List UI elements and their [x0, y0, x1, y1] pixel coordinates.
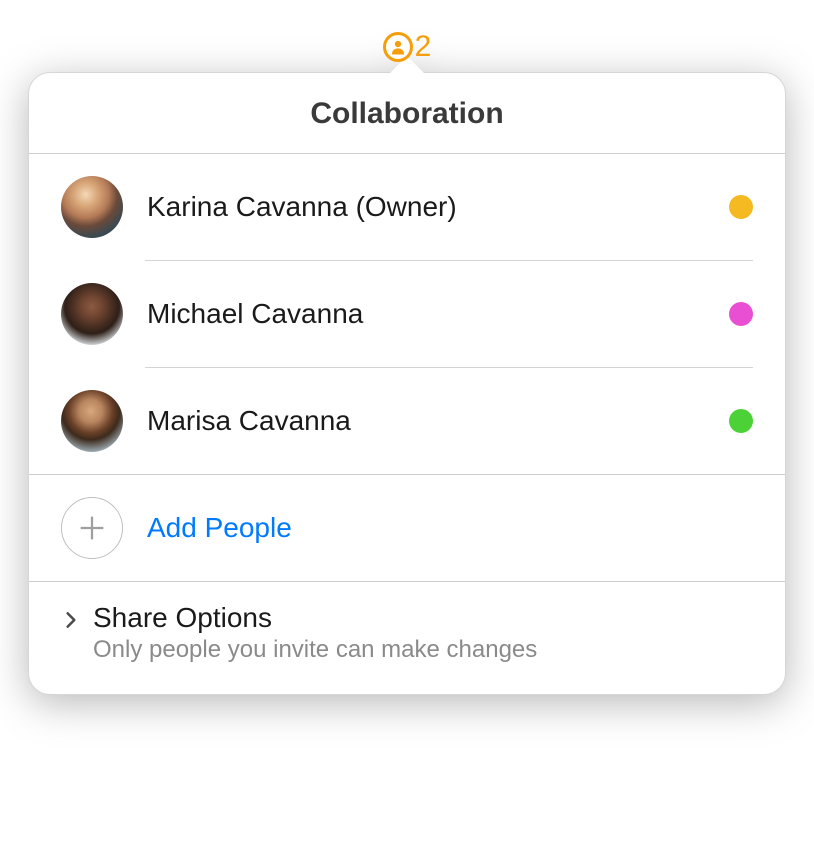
- person-silhouette-icon: [383, 32, 413, 62]
- avatar: [61, 283, 123, 345]
- status-dot: [729, 302, 753, 326]
- collaborator-row[interactable]: Marisa Cavanna: [61, 368, 753, 474]
- popover-title: Collaboration: [29, 73, 785, 153]
- collaborator-row[interactable]: Karina Cavanna (Owner): [61, 154, 753, 260]
- collaborator-name: Karina Cavanna (Owner): [147, 191, 705, 223]
- chevron-right-icon: [61, 610, 81, 630]
- collaboration-popover: Collaboration Karina Cavanna (Owner) Mic…: [28, 72, 786, 695]
- avatar: [61, 176, 123, 238]
- collaborator-name: Michael Cavanna: [147, 298, 705, 330]
- add-people-button[interactable]: Add People: [29, 475, 785, 581]
- share-options-subtitle: Only people you invite can make changes: [93, 636, 537, 664]
- collaboration-badge[interactable]: 2: [0, 30, 814, 64]
- share-options-button[interactable]: Share Options Only people you invite can…: [29, 582, 785, 694]
- collaboration-count: 2: [415, 30, 432, 64]
- plus-circle-icon: [61, 497, 123, 559]
- status-dot: [729, 195, 753, 219]
- share-options-title: Share Options: [93, 602, 537, 634]
- add-people-label: Add People: [147, 512, 292, 544]
- avatar: [61, 390, 123, 452]
- status-dot: [729, 409, 753, 433]
- collaborator-row[interactable]: Michael Cavanna: [61, 261, 753, 367]
- collaborator-name: Marisa Cavanna: [147, 405, 705, 437]
